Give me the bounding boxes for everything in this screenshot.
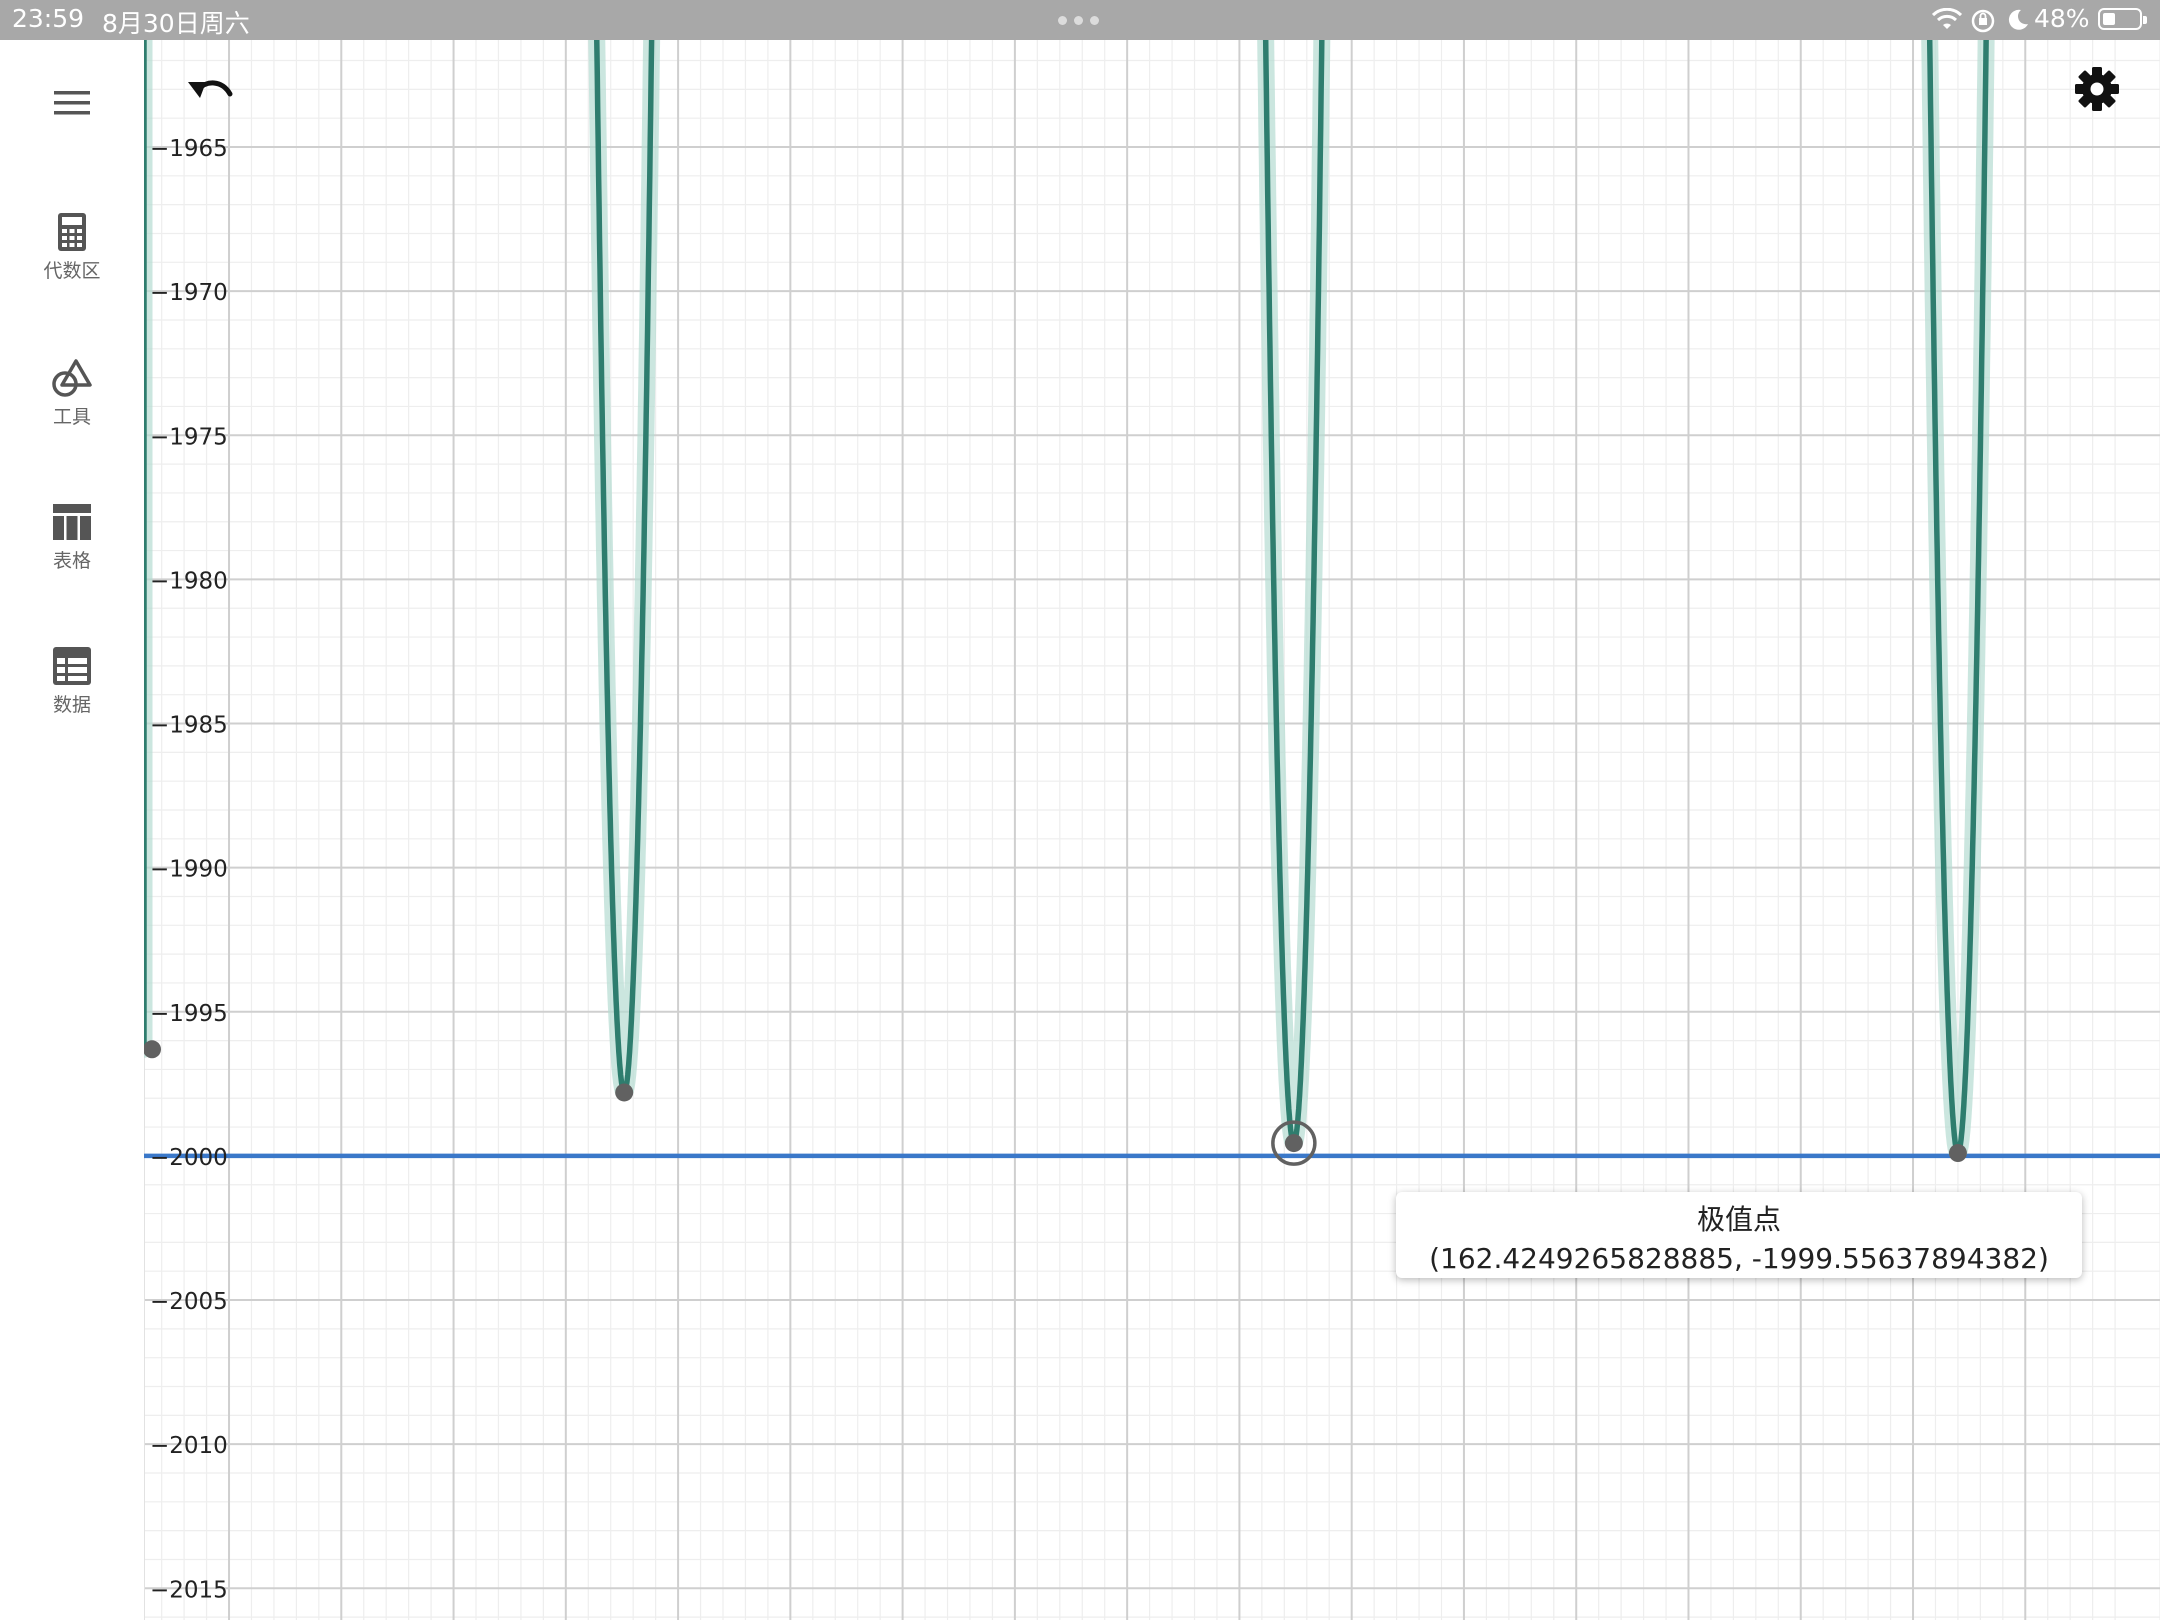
y-tick-label: −1990 [150,857,228,883]
extremum-points[interactable] [143,1040,1967,1166]
do-not-disturb-moon-icon [2006,8,2030,37]
sidebar-item-label: 代数区 [43,260,101,282]
tooltip-title: 极值点 [1696,1203,1781,1236]
y-tick-label: −2015 [150,1577,228,1603]
sidebar: 代数区 工具 表格 数据 [0,40,144,1620]
orientation-lock-icon [1970,8,1996,39]
graph-canvas[interactable]: 1101151201251301351401451501551601651701… [0,0,2160,1620]
sidebar-item-tools[interactable]: 工具 [0,358,144,429]
sidebar-item-label: 数据 [52,694,91,716]
curve-line[interactable] [141,0,1990,1156]
status-bar: 23:59 8月30日周六 48% [0,0,2160,40]
undo-button[interactable] [184,70,236,118]
wifi-icon [1931,7,1963,37]
sidebar-item-data[interactable]: 数据 [0,646,144,717]
hamburger-menu-icon [0,88,144,118]
settings-button[interactable] [2072,64,2122,114]
y-tick-label: −1965 [150,136,228,162]
y-tick-label: −2010 [150,1433,228,1459]
y-tick-label: −1985 [150,713,228,739]
gear-icon [2072,67,2122,118]
sidebar-item-algebra[interactable]: 代数区 [0,212,144,283]
extremum-point[interactable] [615,1083,634,1102]
sidebar-item-table[interactable]: 表格 [0,502,144,573]
y-tick-label: −1980 [150,568,228,594]
table-icon [0,502,144,542]
calculator-icon [0,212,144,252]
tooltip-coordinates: (162.4249265828885, -1999.55637894382) [1429,1242,2049,1275]
battery-percent: 48% [2034,4,2090,33]
y-tick-label: −2005 [150,1289,228,1315]
battery-icon [2098,8,2147,30]
minor-gridlines [0,0,2160,1620]
y-tick-label: −1975 [150,424,228,450]
multitasking-dots-icon[interactable] [1058,16,1099,25]
extremum-point-tooltip: 极值点 (162.4249265828885, -1999.5563789438… [1396,1192,2082,1278]
undo-icon [184,80,236,122]
extremum-point[interactable] [143,1040,161,1059]
status-time: 23:59 [12,4,85,33]
extremum-point[interactable] [1284,1134,1303,1153]
sidebar-item-label: 工具 [52,406,91,428]
y-tick-label: −1995 [150,1001,228,1027]
spreadsheet-icon [0,646,144,686]
menu-button[interactable] [0,88,144,118]
curve-halo [135,0,1996,1162]
y-tick-label: −2000 [150,1145,228,1171]
extremum-point[interactable] [1948,1144,1967,1163]
y-tick-label: −1970 [150,280,228,306]
curve-series[interactable] [135,0,1996,1162]
sidebar-item-label: 表格 [52,550,91,572]
status-date: 8月30日周六 [102,9,250,38]
shapes-icon [0,358,144,398]
